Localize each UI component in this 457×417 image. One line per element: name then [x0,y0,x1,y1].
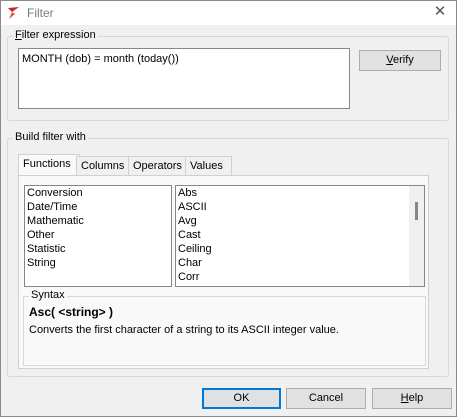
syntax-description: Converts the first character of a string… [29,324,339,336]
help-button[interactable]: Help [372,388,452,409]
list-item[interactable]: Mathematic [25,214,171,228]
close-icon[interactable]: ✕ [432,4,448,20]
tab-values[interactable]: Values [185,156,232,175]
cancel-button[interactable]: Cancel [286,388,366,409]
filter-expression-legend: Filter expression [13,29,98,41]
list-item[interactable]: Ceiling [176,242,424,256]
filter-dialog: Filter ✕ Filter expression MONTH (dob) =… [0,0,457,417]
app-icon [8,7,19,19]
build-filter-legend: Build filter with [13,131,88,143]
list-item[interactable]: Statistic [25,242,171,256]
filter-expression-input[interactable]: MONTH (dob) = month (today()) [18,48,350,109]
list-item[interactable]: Char [176,256,424,270]
syntax-group: Syntax Asc( <string> ) Converts the firs… [23,289,426,366]
filter-expression-text: MONTH (dob) = month (today()) [22,53,179,65]
ok-button[interactable]: OK [202,388,281,409]
function-list[interactable]: Abs ASCII Avg Cast Ceiling Char Corr [175,185,425,287]
list-item[interactable]: String [25,256,171,270]
syntax-signature: Asc( <string> ) [29,305,114,319]
list-item[interactable]: Abs [176,186,424,200]
list-item[interactable]: Date/Time [25,200,171,214]
tab-functions[interactable]: Functions [18,154,80,176]
window-title: Filter [27,6,54,20]
list-item[interactable]: Conversion [25,186,171,200]
list-item[interactable]: Corr [176,270,424,284]
tab-operators[interactable]: Operators [128,156,188,175]
verify-button[interactable]: Verify [359,50,441,71]
function-list-scrollbar[interactable] [409,186,424,286]
syntax-legend: Syntax [29,289,67,301]
title-bar[interactable]: Filter ✕ [1,1,456,25]
list-item[interactable]: ASCII [176,200,424,214]
list-item[interactable]: Avg [176,214,424,228]
list-item[interactable]: Cast [176,228,424,242]
tab-columns[interactable]: Columns [76,156,130,175]
list-item[interactable]: Other [25,228,171,242]
scrollbar-thumb[interactable] [415,202,418,220]
category-list[interactable]: Conversion Date/Time Mathematic Other St… [24,185,172,287]
